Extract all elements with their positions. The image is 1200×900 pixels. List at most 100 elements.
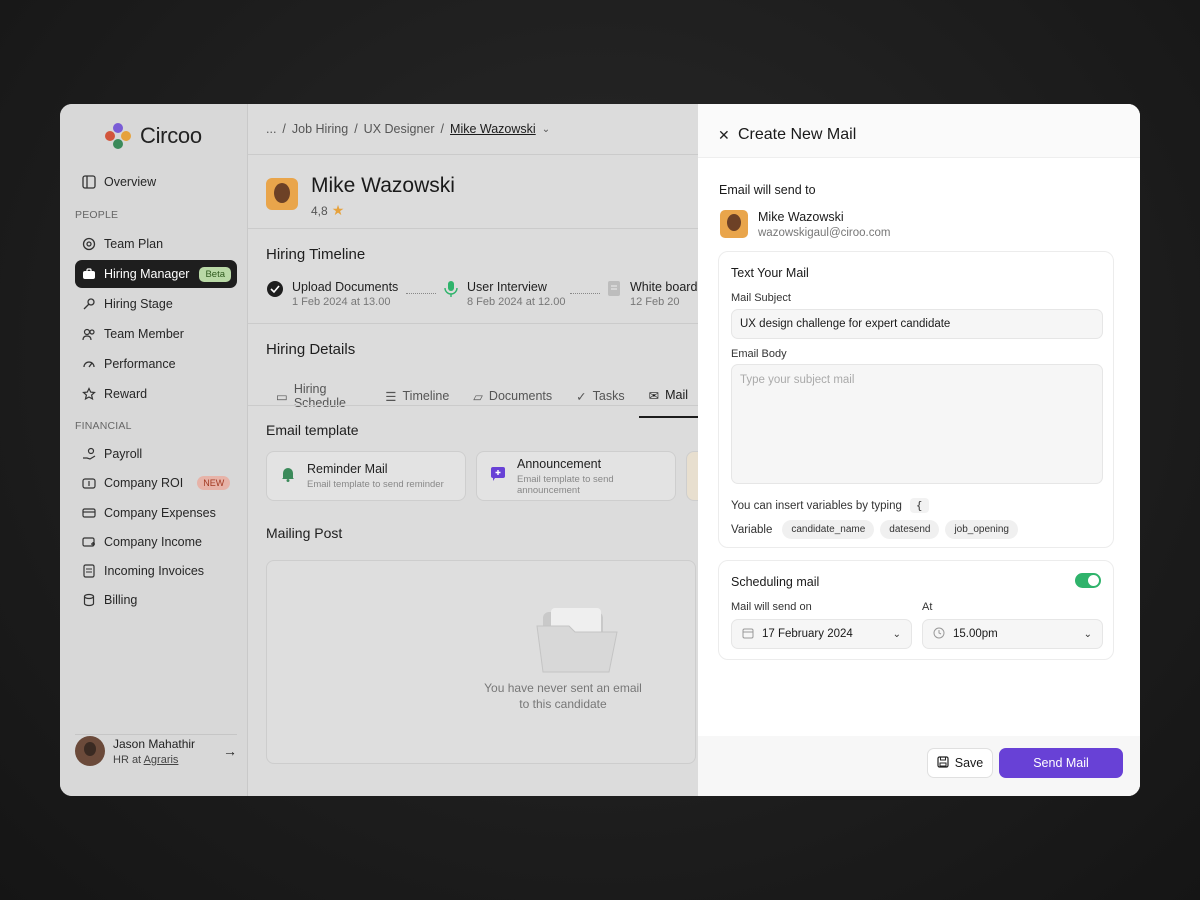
tab-timeline[interactable]: ☰ Timeline <box>375 378 459 418</box>
chevron-down-icon: ⌄ <box>1083 628 1092 640</box>
variable-chip[interactable]: candidate_name <box>782 520 875 539</box>
sidebar-item-hiring-manager[interactable]: Hiring Manager Beta <box>75 260 237 288</box>
briefcase-icon <box>82 267 96 281</box>
sidebar-item-company-income[interactable]: Company Income <box>75 528 237 556</box>
sidebar: Circoo Overview PEOPLE Team Plan Hiring … <box>60 104 248 796</box>
timeline-step-date: 12 Feb 20 <box>630 296 680 308</box>
scheduling-card: Scheduling mail Mail will send on At 17 … <box>718 560 1114 660</box>
tab-tasks[interactable]: ✓ Tasks <box>566 378 634 418</box>
send-mail-button[interactable]: Send Mail <box>999 748 1123 778</box>
tabs: ▭ Hiring Schedule ☰ Timeline ▱ Documents ✓ T… <box>266 378 698 418</box>
credit-card-icon <box>82 506 96 520</box>
sidebar-item-payroll[interactable]: Payroll <box>75 440 237 468</box>
arrow-right-icon[interactable]: → <box>223 743 237 759</box>
sidebar-item-label: Hiring Stage <box>104 297 173 311</box>
template-card-announcement[interactable]: Announcement Email template to send anno… <box>476 451 676 501</box>
sidebar-item-label: Team Member <box>104 327 184 341</box>
section-label-people: PEOPLE <box>75 209 119 221</box>
breadcrumb: ... / Job Hiring / UX Designer / Mike Wa… <box>266 122 550 136</box>
scheduling-toggle[interactable] <box>1075 573 1101 588</box>
tab-label: Documents <box>488 389 553 403</box>
folder-icon <box>536 608 618 673</box>
check-icon: ✓ <box>576 389 587 404</box>
send-date-select[interactable]: 17 February 2024 ⌄ <box>731 619 912 649</box>
sidebar-item-company-expenses[interactable]: Company Expenses <box>75 499 237 527</box>
wallet-icon <box>82 476 96 490</box>
sidebar-item-label: Performance <box>104 357 176 371</box>
sidebar-item-label: Hiring Manager <box>104 267 190 281</box>
tab-mail[interactable]: ✉ Mail <box>638 378 698 418</box>
tab-documents[interactable]: ▱ Documents <box>463 378 562 418</box>
close-icon[interactable]: ✕ <box>718 127 730 144</box>
timeline-step-user-interview: User Interview 8 Feb 2024 at 12.00 <box>443 280 565 308</box>
gauge-icon <box>82 357 96 371</box>
variables-row: Variable candidate_name datesend job_ope… <box>731 520 1018 539</box>
sidebar-item-hiring-stage[interactable]: Hiring Stage <box>75 290 237 318</box>
send-time-value: 15.00pm <box>953 628 998 640</box>
breadcrumb-separator: / <box>440 122 445 136</box>
sidebar-item-label: Payroll <box>104 447 143 461</box>
divider <box>248 154 698 155</box>
chevron-down-icon[interactable]: ⌄ <box>542 124 550 135</box>
chevron-down-icon: ⌄ <box>892 628 901 640</box>
breadcrumb-ellipsis[interactable]: ... <box>266 122 276 136</box>
sidebar-item-label: Company ROI <box>104 476 184 490</box>
timeline-step-white-board: White board 12 Feb 20 <box>606 280 697 308</box>
timeline-step-title: User Interview <box>467 280 547 294</box>
tab-hiring-schedule[interactable]: ▭ Hiring Schedule <box>266 378 371 418</box>
check-circle-icon <box>266 280 284 303</box>
tab-label: Mail <box>665 388 688 402</box>
circoo-logo-icon <box>105 123 131 149</box>
email-body-textarea[interactable]: Type your subject mail <box>731 364 1103 484</box>
timeline-step-title: Upload Documents <box>292 280 399 294</box>
document-icon <box>606 280 622 303</box>
sidebar-item-incoming-invoices[interactable]: Incoming Invoices <box>75 557 237 585</box>
sidebar-item-team-member[interactable]: Team Member <box>75 320 237 348</box>
user-name: Jason Mahathir <box>113 736 196 751</box>
empty-state-line: to this candidate <box>519 697 607 711</box>
new-badge: NEW <box>197 476 231 490</box>
calendar-icon: ▭ <box>276 389 288 404</box>
breadcrumb-ux-designer[interactable]: UX Designer <box>364 122 435 136</box>
variable-trigger: { <box>909 498 929 513</box>
sidebar-item-label: Incoming Invoices <box>104 564 205 578</box>
template-card-reminder[interactable]: Reminder Mail Email template to send rem… <box>266 451 466 501</box>
card-in-icon <box>82 535 96 549</box>
sidebar-item-overview[interactable]: Overview <box>75 168 237 196</box>
user-company-link[interactable]: Agraris <box>144 754 179 766</box>
timeline-title: Hiring Timeline <box>266 246 366 263</box>
variables-hint: You can insert variables by typing { <box>731 498 929 513</box>
save-button[interactable]: Save <box>927 748 993 778</box>
mail-subject-input[interactable]: UX design challenge for expert candidate <box>731 309 1103 339</box>
breadcrumb-job-hiring[interactable]: Job Hiring <box>292 122 348 136</box>
divider <box>248 228 698 229</box>
recipient-email: wazowskigaul@ciroo.com <box>758 227 891 239</box>
beta-badge: Beta <box>199 266 231 282</box>
timeline-step-date: 8 Feb 2024 at 12.00 <box>467 296 566 308</box>
mailing-post-empty-state <box>266 560 696 764</box>
list-icon: ☰ <box>385 389 397 404</box>
sidebar-item-team-plan[interactable]: Team Plan <box>75 230 237 258</box>
logo[interactable]: Circoo <box>104 122 202 150</box>
section-label-financial: FINANCIAL <box>75 420 132 432</box>
variable-chip[interactable]: job_opening <box>945 520 1018 539</box>
breadcrumb-separator: / <box>354 122 358 136</box>
sidebar-item-label: Billing <box>104 593 138 607</box>
timeline-connector <box>570 293 600 294</box>
sidebar-item-company-roi[interactable]: Company ROI NEW <box>75 469 237 497</box>
email-body-label: Email Body <box>731 348 787 360</box>
send-time-select[interactable]: 15.00pm ⌄ <box>922 619 1103 649</box>
text-mail-card: Text Your Mail Mail Subject UX design ch… <box>718 251 1114 548</box>
sidebar-item-billing[interactable]: Billing <box>75 586 237 614</box>
user-card[interactable]: Jason Mahathir HR at Agraris → <box>75 736 237 766</box>
breadcrumb-separator: / <box>282 122 286 136</box>
sidebar-item-performance[interactable]: Performance <box>75 350 237 378</box>
recipient-name: Mike Wazowski <box>758 210 844 224</box>
breadcrumb-current[interactable]: Mike Wazowski <box>450 122 536 136</box>
avatar <box>75 736 105 766</box>
sidebar-item-reward[interactable]: Reward <box>75 380 237 408</box>
bell-icon <box>279 465 297 488</box>
divider <box>248 405 698 406</box>
variable-chip[interactable]: datesend <box>880 520 940 539</box>
mail-subject-label: Mail Subject <box>731 292 791 304</box>
